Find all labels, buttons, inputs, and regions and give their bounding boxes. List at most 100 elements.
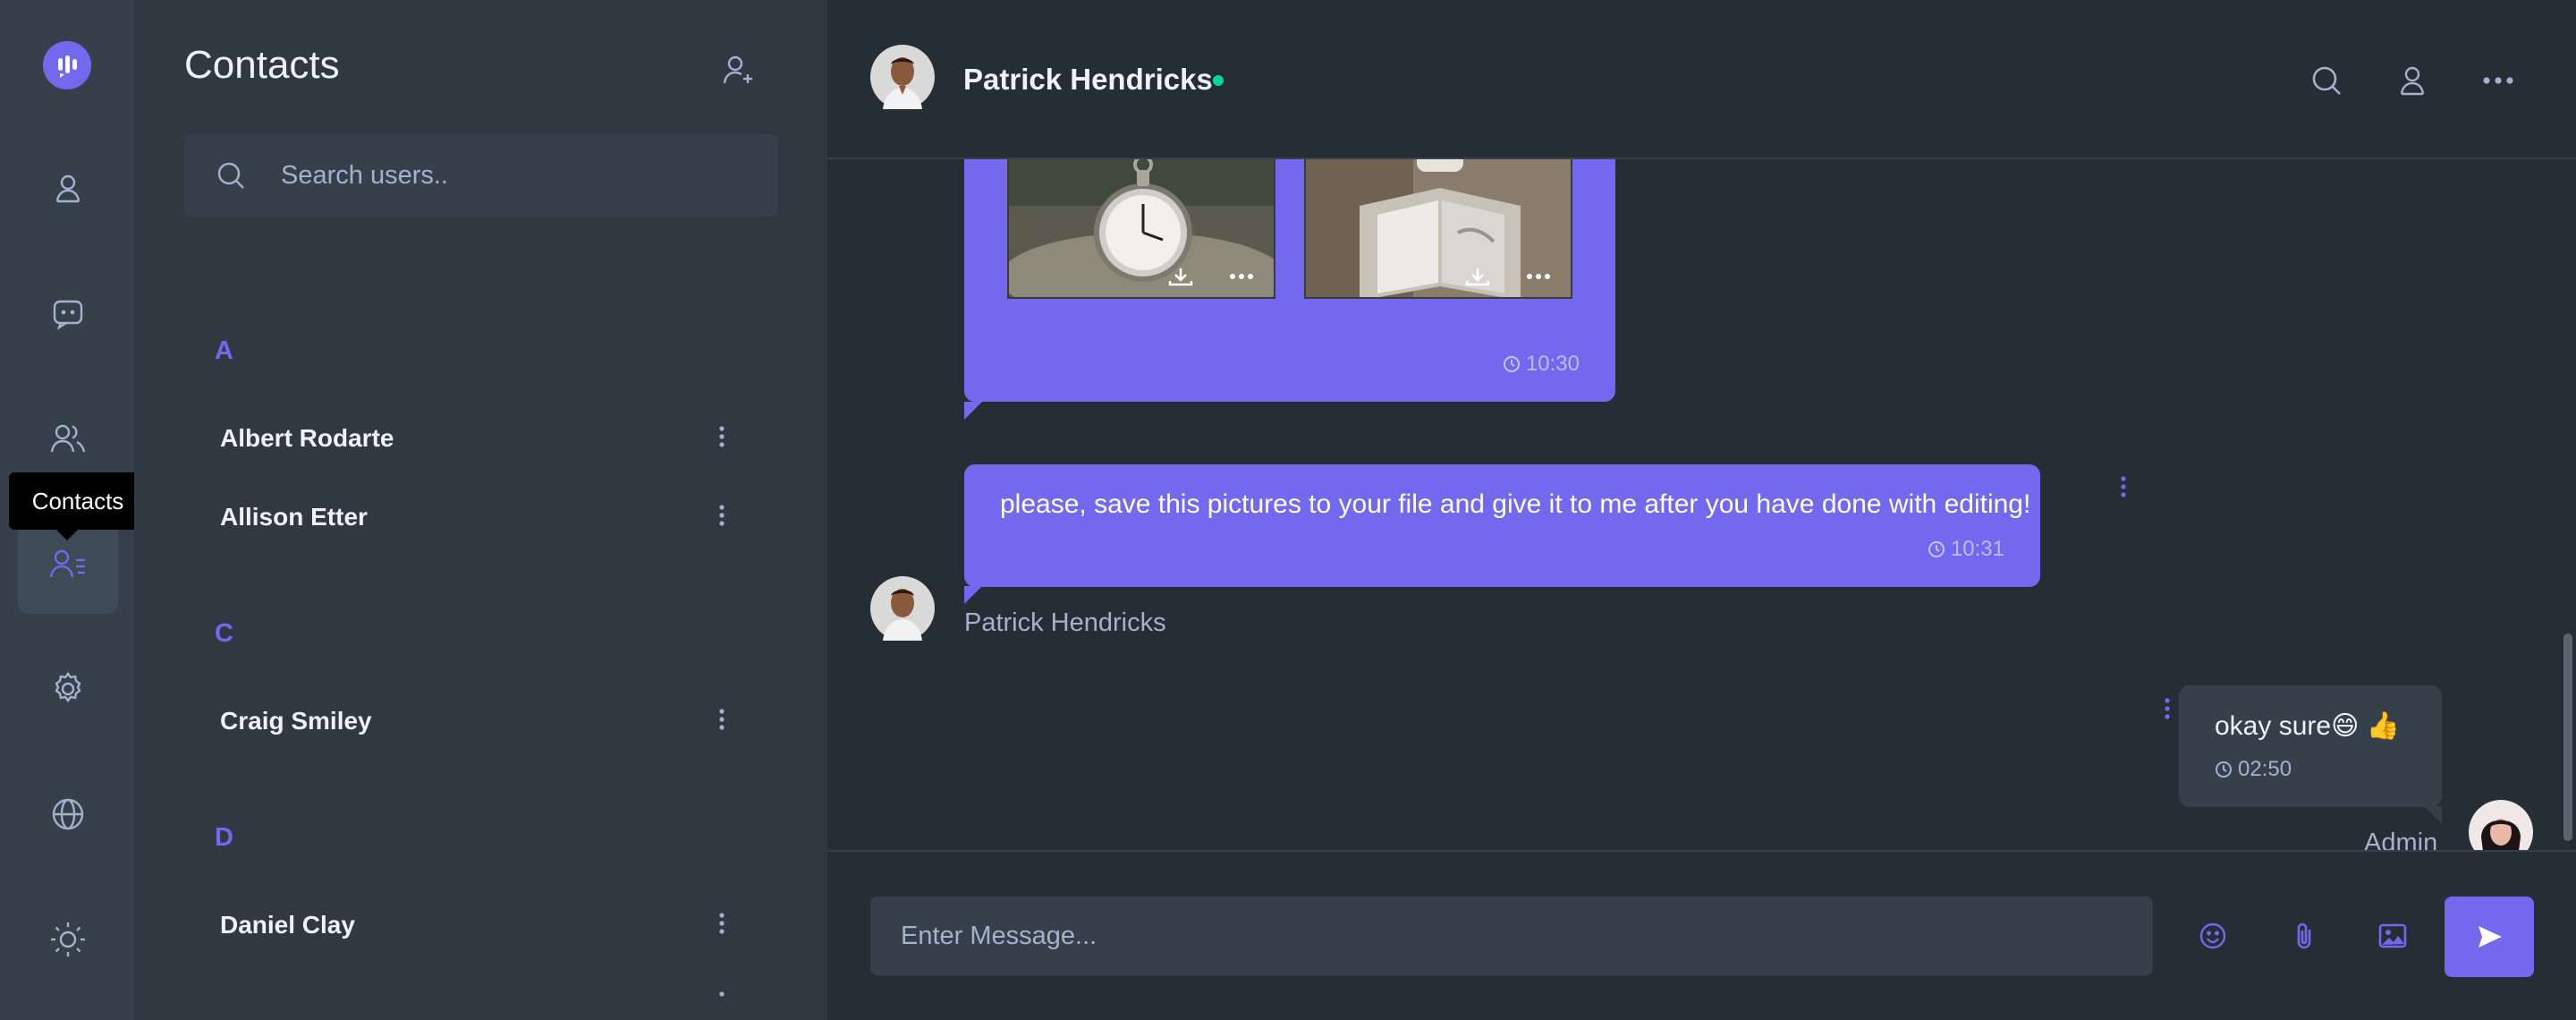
chat-header: Patrick Hendricks [827, 0, 2576, 159]
contact-item-name[interactable]: Craig Smiley [220, 707, 372, 735]
contact-avatar[interactable] [870, 45, 935, 114]
message-time-text: 10:31 [1950, 537, 2004, 561]
send-button[interactable] [2445, 897, 2534, 977]
kebab-icon [719, 426, 724, 447]
attach-image-button[interactable] [2369, 913, 2416, 959]
app-root: Contacts Contacts A Albert Rodarte Allis… [0, 0, 2576, 1020]
more-options-button[interactable] [2473, 55, 2523, 106]
nav-tooltip: Contacts [9, 472, 147, 530]
contact-menu-button[interactable] [708, 984, 735, 1020]
message-time-text: 10:30 [1525, 352, 1580, 376]
download-icon[interactable] [1465, 267, 1490, 286]
incoming-message-bubble: please, save this pictures to your file … [964, 464, 2040, 587]
download-icon[interactable] [1168, 267, 1193, 286]
image-actions [1168, 267, 1254, 286]
kebab-icon [2121, 476, 2126, 497]
contact-item-name[interactable]: Daniel Clay [220, 911, 355, 939]
add-contact-button[interactable] [716, 47, 762, 93]
nav-settings-button[interactable] [18, 639, 118, 739]
online-status-dot [1210, 72, 1226, 89]
user-add-icon [723, 55, 752, 84]
message-time-text: 02:50 [2238, 757, 2292, 781]
message-text: okay sure😄 👍 [2215, 711, 2401, 741]
search-icon [217, 162, 244, 189]
avatar-image [870, 576, 935, 641]
search-input[interactable] [281, 134, 755, 217]
message-text: please, save this pictures to your file … [1000, 489, 2031, 519]
contact-menu-button[interactable] [708, 419, 735, 455]
image-actions [1465, 267, 1551, 286]
ellipsis-icon[interactable] [1526, 273, 1551, 280]
chat-contact-name[interactable]: Patrick Hendricks [963, 63, 1213, 97]
tooltip-arrow [56, 530, 78, 540]
chat-bubble-icon [53, 300, 83, 330]
kebab-icon [719, 505, 724, 526]
ellipsis-icon [2483, 77, 2513, 84]
user-icon [2400, 66, 2425, 96]
contact-group-letter: D [215, 823, 233, 852]
image-attachment[interactable] [1304, 159, 1572, 299]
search-messages-button[interactable] [2301, 55, 2351, 106]
contacts-panel: Contacts A Albert Rodarte Allison Etter … [134, 0, 827, 1020]
image-attachment[interactable] [1007, 159, 1275, 299]
message-menu-button[interactable] [2113, 469, 2134, 505]
send-icon [2479, 926, 2502, 948]
view-profile-button[interactable] [2387, 55, 2437, 106]
sender-name: Patrick Hendricks [964, 608, 1166, 637]
image-icon [2378, 923, 2407, 948]
kebab-icon [719, 709, 724, 730]
image-message-bubble: 10:30 [964, 159, 1615, 402]
kebab-icon [719, 991, 724, 997]
message-input[interactable] [870, 897, 2153, 975]
attach-file-button[interactable] [2281, 913, 2327, 959]
outgoing-message-bubble: okay sure😄 👍 02:50 [2179, 685, 2442, 807]
message-list: 10:30 please, save this pictures to your… [827, 159, 2576, 850]
user-icon [55, 174, 80, 203]
contact-menu-button[interactable] [708, 701, 735, 737]
contacts-search [184, 134, 778, 217]
nav-profile-button[interactable] [18, 138, 118, 238]
sender-name: Admin [2364, 829, 2438, 850]
avatar-image [2469, 800, 2533, 850]
bubble-tail [964, 402, 982, 420]
scrollbar-thumb[interactable] [2563, 633, 2572, 841]
ellipsis-icon[interactable] [1229, 273, 1254, 280]
sun-icon [51, 922, 85, 956]
bubble-tail [964, 586, 982, 604]
message-menu-button[interactable] [2157, 691, 2178, 727]
clock-icon [1503, 356, 1520, 372]
emoji-icon [2199, 922, 2226, 949]
search-icon [2312, 66, 2341, 95]
side-nav-rail: Contacts [0, 0, 147, 1020]
paperclip-icon [2297, 922, 2311, 949]
contact-item-name[interactable]: Albert Rodarte [220, 424, 394, 453]
message-time: 10:31 [1928, 537, 2004, 562]
message-time: 02:50 [2215, 757, 2292, 782]
message-time: 10:30 [1503, 352, 1580, 377]
globe-icon [52, 798, 84, 830]
clock-icon [1928, 541, 1945, 557]
users-icon [50, 424, 86, 453]
contact-item-name[interactable]: Allison Etter [220, 503, 368, 531]
kebab-icon [719, 913, 724, 934]
contacts-title: Contacts [184, 43, 340, 87]
chat-scrollbar[interactable] [2558, 159, 2576, 850]
emoji-button[interactable] [2190, 913, 2236, 959]
clock-icon [2216, 761, 2232, 778]
nav-language-button[interactable] [18, 764, 118, 864]
contact-menu-button[interactable] [708, 905, 735, 941]
gear-icon [55, 672, 81, 702]
contact-menu-button[interactable] [708, 497, 735, 533]
contact-group-letter: C [215, 619, 233, 648]
logo-icon [58, 55, 77, 78]
app-logo[interactable] [43, 41, 91, 89]
nav-chats-button[interactable] [18, 263, 118, 363]
admin-avatar [2469, 800, 2533, 850]
sender-avatar [870, 576, 935, 645]
nav-theme-toggle[interactable] [18, 889, 118, 990]
kebab-icon [2165, 698, 2170, 719]
avatar-image [870, 45, 935, 109]
contacts-icon [49, 549, 85, 578]
bubble-tail [2424, 806, 2442, 824]
message-composer [827, 850, 2576, 1020]
